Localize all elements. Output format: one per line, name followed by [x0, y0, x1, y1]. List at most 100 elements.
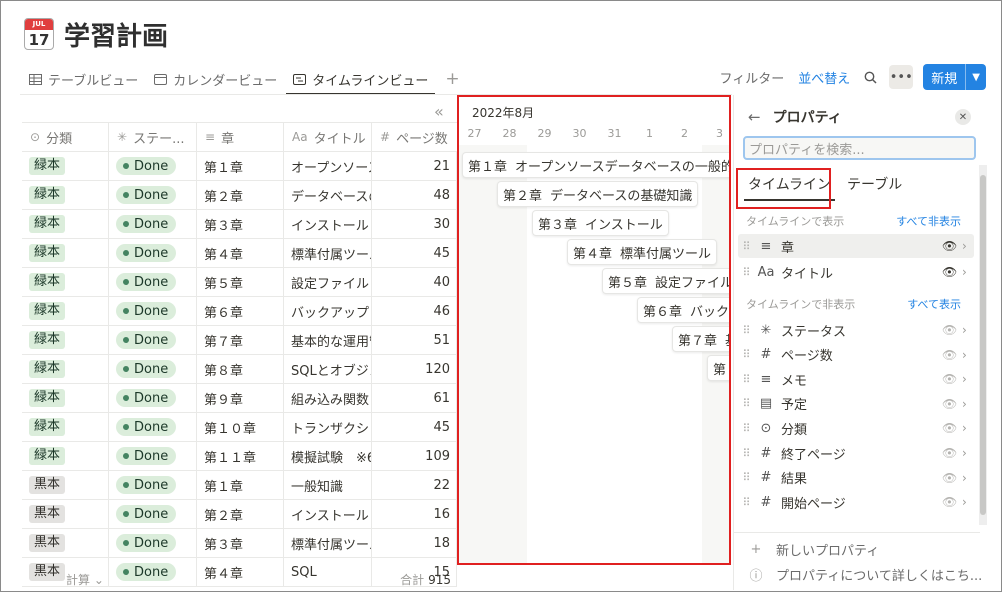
- cell-status[interactable]: Done: [109, 384, 197, 412]
- table-row[interactable]: 緑本 Done 第９章組み込み関数と61: [22, 384, 457, 413]
- add-view-icon[interactable]: +: [445, 69, 459, 89]
- property-item[interactable]: ⠿ Aa タイトル 👁 ›: [738, 260, 974, 284]
- column-header-title[interactable]: Aa タイトル: [284, 123, 372, 151]
- property-item[interactable]: ⠿ ≡ メモ 👁 ›: [738, 367, 974, 391]
- cell-chapter[interactable]: 第４章: [197, 239, 284, 267]
- cell-status[interactable]: Done: [109, 471, 197, 499]
- close-icon[interactable]: ✕: [955, 109, 971, 125]
- cell-category[interactable]: 緑本: [22, 326, 109, 354]
- drag-handle-icon[interactable]: ⠿: [738, 422, 754, 435]
- cell-pages[interactable]: 21: [372, 152, 457, 180]
- eye-icon[interactable]: 👁: [942, 265, 957, 279]
- drag-handle-icon[interactable]: ⠿: [738, 348, 754, 361]
- cell-chapter[interactable]: 第１章: [197, 152, 284, 180]
- timeline-bar[interactable]: 第７章 基本的な運用管理: [672, 326, 731, 352]
- table-row[interactable]: 黒本 Done 第１章 一般知識 22: [22, 471, 457, 500]
- eye-icon[interactable]: 👁: [942, 239, 957, 253]
- timeline-bar[interactable]: 第２章 データベースの基礎知識: [497, 181, 699, 207]
- cell-status[interactable]: Done: [109, 152, 197, 180]
- eye-icon[interactable]: 👁: [942, 372, 957, 386]
- eye-icon[interactable]: 👁: [942, 471, 957, 485]
- table-row[interactable]: 緑本 Done 第５章 設定ファイル 40: [22, 268, 457, 297]
- cell-chapter[interactable]: 第１１章: [197, 442, 284, 470]
- eye-icon[interactable]: 👁: [942, 446, 957, 460]
- table-row[interactable]: 緑本 Done 第２章データベースの48: [22, 181, 457, 210]
- drag-handle-icon[interactable]: ⠿: [738, 397, 754, 410]
- cell-title[interactable]: 標準付属ツール: [284, 529, 372, 557]
- cell-chapter[interactable]: 第８章: [197, 355, 284, 383]
- property-item[interactable]: ⠿ ▤ 予定 👁 ›: [738, 392, 974, 416]
- scrollbar[interactable]: [979, 165, 987, 525]
- drag-handle-icon[interactable]: ⠿: [738, 373, 754, 386]
- table-row[interactable]: 緑本 Done 第６章バックアップと46: [22, 297, 457, 326]
- tab-table-view[interactable]: テーブルビュー: [28, 64, 145, 94]
- column-header-category[interactable]: ⊙ 分類: [22, 123, 109, 151]
- cell-chapter[interactable]: 第１章: [197, 471, 284, 499]
- cell-title[interactable]: トランザクショ: [284, 413, 372, 441]
- calendar-page-icon[interactable]: JUL 17: [24, 18, 54, 50]
- page-title[interactable]: 学習計画: [64, 16, 168, 53]
- chevron-right-icon[interactable]: ›: [962, 471, 974, 485]
- cell-title[interactable]: 組み込み関数と: [284, 384, 372, 412]
- eye-icon[interactable]: 👁: [942, 348, 957, 362]
- cell-category[interactable]: 緑本: [22, 152, 109, 180]
- cell-category[interactable]: 緑本: [22, 268, 109, 296]
- cell-chapter[interactable]: 第３章: [197, 210, 284, 238]
- cell-status[interactable]: Done: [109, 500, 197, 528]
- property-item[interactable]: ⠿ ⊙ 分類 👁 ›: [738, 416, 974, 440]
- tab-timeline[interactable]: タイムライン: [744, 173, 836, 201]
- property-item[interactable]: ⠿ # 結果 👁 ›: [738, 466, 974, 490]
- chevron-right-icon[interactable]: ›: [962, 421, 974, 435]
- chevron-right-icon[interactable]: ›: [962, 323, 974, 337]
- cell-pages[interactable]: 18: [372, 529, 457, 557]
- timeline-bar[interactable]: 第３章 インストール: [532, 210, 669, 236]
- property-item[interactable]: ⠿ # 開始ページ 👁 ›: [738, 490, 974, 514]
- table-row[interactable]: 緑本 Done 第１１章 模擬試験 ※6 109: [22, 442, 457, 471]
- back-arrow-icon[interactable]: ←: [748, 108, 761, 126]
- cell-category[interactable]: 黒本: [22, 500, 109, 528]
- cell-category[interactable]: 緑本: [22, 384, 109, 412]
- cell-chapter[interactable]: 第１０章: [197, 413, 284, 441]
- chevron-right-icon[interactable]: ›: [962, 348, 974, 362]
- calculate-button[interactable]: 計算 ⌄: [66, 571, 104, 588]
- cell-status[interactable]: Done: [109, 413, 197, 441]
- cell-title[interactable]: 一般知識: [284, 471, 372, 499]
- cell-pages[interactable]: 120: [372, 355, 457, 383]
- chevron-right-icon[interactable]: ›: [962, 446, 974, 460]
- property-item[interactable]: ⠿ ≡ 章 👁 ›: [738, 234, 974, 258]
- cell-title[interactable]: インストールと: [284, 500, 372, 528]
- cell-pages[interactable]: 109: [372, 442, 457, 470]
- drag-handle-icon[interactable]: ⠿: [738, 240, 754, 253]
- show-all-button[interactable]: すべて表示: [907, 296, 961, 312]
- cell-category[interactable]: 緑本: [22, 239, 109, 267]
- cell-chapter[interactable]: 第６章: [197, 297, 284, 325]
- table-row[interactable]: 緑本 Done 第８章SQLとオブジェ120: [22, 355, 457, 384]
- new-property-button[interactable]: + 新しいプロパティ: [748, 540, 880, 559]
- collapse-table-icon[interactable]: «: [434, 102, 444, 121]
- chevron-right-icon[interactable]: ›: [962, 372, 974, 386]
- learn-more-link[interactable]: ⓘ プロパティについて詳しくはこち...: [748, 565, 982, 584]
- cell-pages[interactable]: 45: [372, 413, 457, 441]
- table-row[interactable]: 緑本 Done 第３章 インストール 30: [22, 210, 457, 239]
- cell-title[interactable]: 基本的な運用管: [284, 326, 372, 354]
- column-header-status[interactable]: ✳ ステー...: [109, 123, 197, 151]
- scrollbar-thumb[interactable]: [980, 175, 986, 515]
- property-search-input[interactable]: プロパティを検索...: [743, 136, 976, 160]
- eye-icon[interactable]: 👁: [942, 421, 957, 435]
- cell-category[interactable]: 黒本: [22, 471, 109, 499]
- cell-status[interactable]: Done: [109, 239, 197, 267]
- column-header-chapter[interactable]: ≡ 章: [197, 123, 284, 151]
- chevron-down-icon[interactable]: ▼: [965, 64, 986, 90]
- chevron-right-icon[interactable]: ›: [962, 397, 974, 411]
- cell-pages[interactable]: 22: [372, 471, 457, 499]
- drag-handle-icon[interactable]: ⠿: [738, 324, 754, 337]
- cell-status[interactable]: Done: [109, 268, 197, 296]
- drag-handle-icon[interactable]: ⠿: [738, 447, 754, 460]
- tab-table[interactable]: テーブル: [843, 173, 906, 201]
- cell-status[interactable]: Done: [109, 442, 197, 470]
- timeline-bar[interactable]: 第４章 標準付属ツール: [567, 239, 718, 265]
- property-item[interactable]: ⠿ # 終了ページ 👁 ›: [738, 441, 974, 465]
- cell-pages[interactable]: 40: [372, 268, 457, 296]
- table-row[interactable]: 緑本 Done 第１０章トランザクショ45: [22, 413, 457, 442]
- filter-button[interactable]: フィルター: [720, 68, 785, 87]
